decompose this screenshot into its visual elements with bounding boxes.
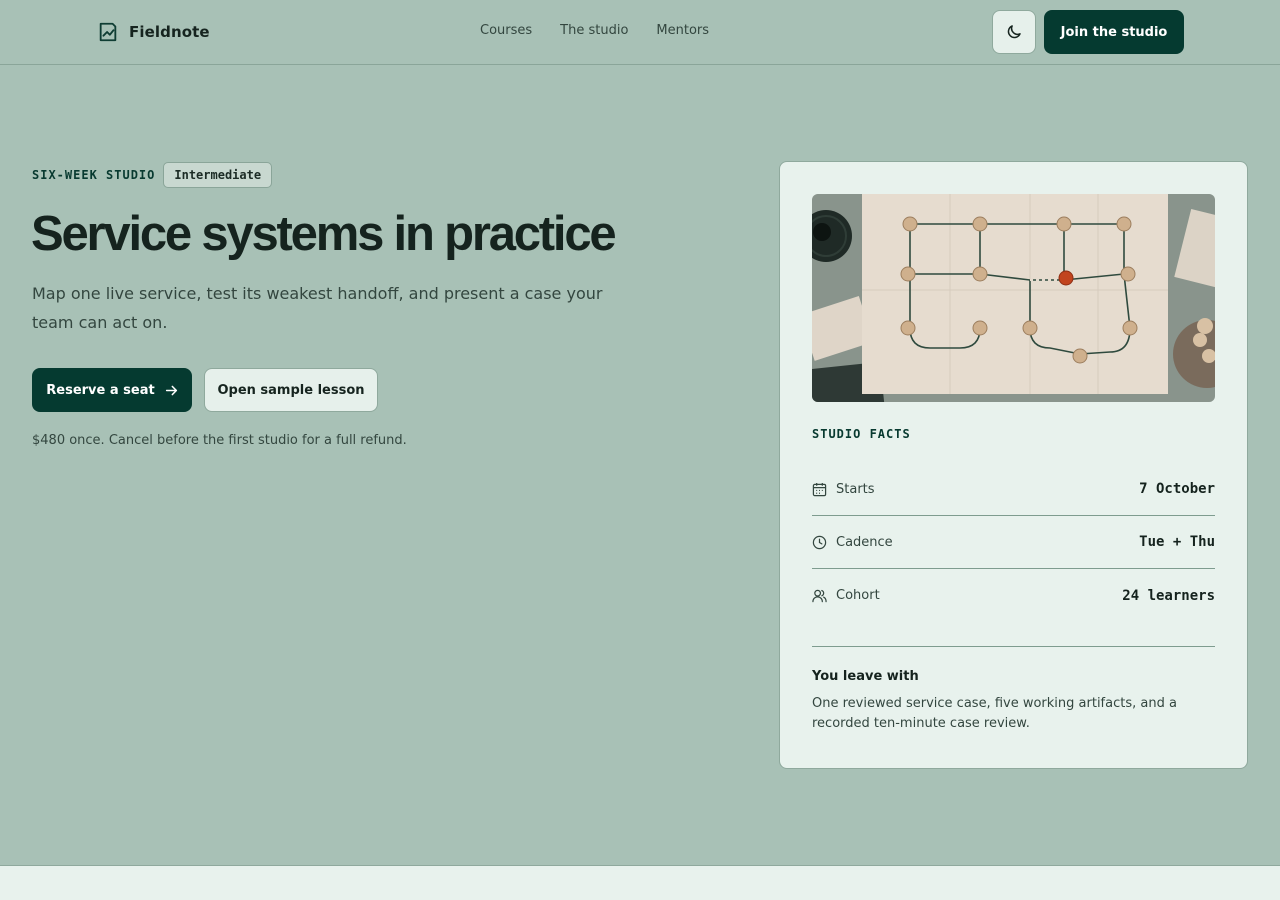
hero-eyebrow: SIX-WEEK STUDIO Intermediate <box>32 161 273 188</box>
service-map-image <box>812 194 1215 402</box>
open-sample-lesson-button[interactable]: Open sample lesson <box>204 368 378 412</box>
outcomes-description: One reviewed service case, five working … <box>812 696 1177 731</box>
price-note: $480 once. Cancel before the first studi… <box>32 433 407 448</box>
nav-link-courses[interactable]: Courses <box>480 23 532 38</box>
next-section-strip <box>0 865 1280 900</box>
clock-icon <box>812 535 827 549</box>
outcomes-title: You leave with <box>812 669 919 684</box>
brand[interactable]: Fieldnote <box>97 20 210 44</box>
hero-subtitle: Map one live service, test its weakest h… <box>32 284 603 332</box>
level-badge: Intermediate <box>163 161 273 188</box>
facts-divider <box>812 646 1215 647</box>
fact-value: Tue + Thu <box>1139 534 1215 550</box>
brand-name: Fieldnote <box>129 23 210 41</box>
arrow-right-icon <box>165 385 177 395</box>
course-format-label: SIX-WEEK STUDIO <box>32 167 156 182</box>
calendar-icon <box>812 482 827 496</box>
studio-facts-card: STUDIO FACTS Starts 7 October Cadence Tu… <box>779 161 1248 769</box>
nav-link-mentors[interactable]: Mentors <box>656 23 709 38</box>
fact-row-cohort: Cohort 24 learners <box>812 569 1215 622</box>
fact-value: 24 learners <box>1122 587 1215 604</box>
nav-link-the-studio[interactable]: The studio <box>560 23 628 38</box>
fact-label: Cadence <box>836 534 893 550</box>
fact-label: Starts <box>836 481 875 497</box>
fact-row-starts: Starts 7 October <box>812 463 1215 516</box>
reserve-seat-label: Reserve a seat <box>46 382 155 398</box>
users-icon <box>812 589 827 603</box>
join-studio-button[interactable]: Join the studio <box>1044 10 1184 54</box>
page-title: Service systems in practice <box>31 207 617 261</box>
reserve-seat-button[interactable]: Reserve a seat <box>32 368 192 412</box>
studio-facts-heading: STUDIO FACTS <box>812 427 911 441</box>
service-map-illustration <box>812 194 1215 402</box>
fact-label: Cohort <box>836 588 880 603</box>
fact-value: 7 October <box>1139 481 1215 497</box>
theme-toggle-button[interactable] <box>992 10 1036 54</box>
main-nav: Courses The studio Mentors <box>480 23 709 38</box>
moon-icon <box>1007 25 1021 39</box>
chart-line-icon <box>99 22 117 42</box>
fact-row-cadence: Cadence Tue + Thu <box>812 516 1215 569</box>
top-navigation-bar: Fieldnote Courses The studio Mentors Joi… <box>0 0 1280 65</box>
